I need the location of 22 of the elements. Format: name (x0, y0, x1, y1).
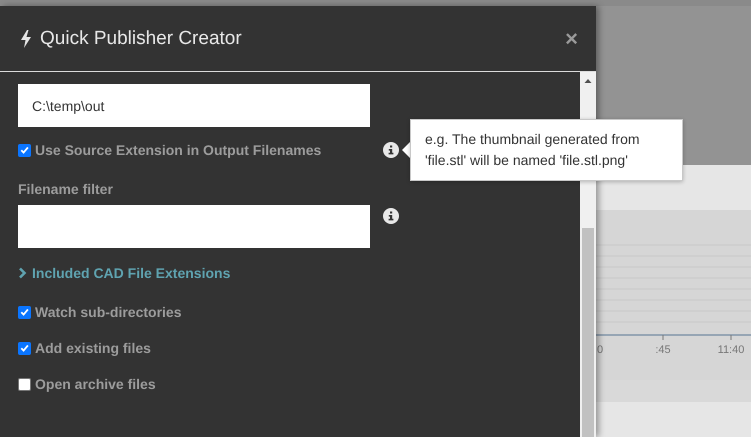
checkbox[interactable] (18, 342, 31, 354)
field-label: Filename filter (18, 181, 114, 197)
expander-link[interactable]: Included CAD File Extensions (18, 265, 230, 281)
checkbox-label[interactable]: Add existing files (35, 340, 151, 356)
tooltip: e.g. The thumbnail generated from 'file.stl' will be named 'file.stl.png' (402, 119, 683, 181)
input-field[interactable]: C:\temp\out (18, 84, 370, 127)
checkbox-label[interactable]: Open archive files (35, 376, 156, 392)
close-button[interactable]: × (565, 28, 578, 50)
dialog-title: Quick Publisher Creator (40, 28, 243, 50)
axis-label: 11:40 (718, 344, 744, 356)
chevron-icon (18, 267, 27, 279)
checkbox-label[interactable]: Use Source Extension in Output Filenames (35, 142, 322, 158)
axis-label: :45 (655, 344, 671, 356)
checkbox-label[interactable]: Watch sub-directories (35, 304, 182, 320)
lightning-bolt-icon (20, 30, 32, 48)
info-icon[interactable] (383, 208, 399, 224)
input-field[interactable] (18, 205, 370, 248)
checkbox[interactable] (18, 378, 31, 390)
checkbox[interactable] (18, 144, 31, 156)
info-icon[interactable] (383, 142, 399, 158)
axis-label: 0 (596, 344, 604, 356)
checkbox[interactable] (18, 306, 31, 318)
